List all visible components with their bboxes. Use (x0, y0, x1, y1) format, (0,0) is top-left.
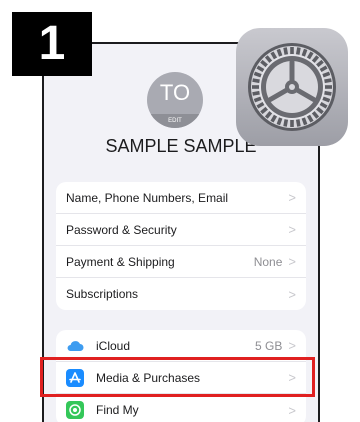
row-payment-shipping[interactable]: Payment & Shipping None > (56, 246, 306, 278)
media-purchases-highlight (40, 357, 315, 397)
icloud-icon (66, 337, 84, 355)
chevron-right-icon: > (288, 190, 296, 205)
row-label: Subscriptions (66, 287, 139, 301)
row-label: iCloud (96, 338, 131, 353)
find-my-icon (66, 401, 84, 419)
row-value: 5 GB (255, 338, 283, 353)
row-find-my[interactable]: Find My > (56, 394, 306, 422)
row-subscriptions[interactable]: Subscriptions > (56, 278, 306, 310)
row-label: Password & Security (66, 222, 177, 237)
avatar-initials: TO (159, 80, 191, 105)
chevron-right-icon: > (288, 402, 296, 418)
account-settings-group: Name, Phone Numbers, Email > Password & … (56, 182, 306, 310)
settings-gear-icon (236, 28, 348, 146)
chevron-right-icon: > (288, 338, 296, 353)
row-password-security[interactable]: Password & Security > (56, 214, 306, 246)
row-value: None (253, 254, 283, 269)
avatar[interactable]: TO EDIT (147, 72, 203, 128)
step-number-badge: 1 (12, 12, 92, 76)
avatar-edit-label[interactable]: EDIT (147, 114, 203, 128)
chevron-right-icon: > (288, 286, 296, 302)
row-label: Payment & Shipping (66, 254, 175, 269)
chevron-right-icon: > (288, 222, 296, 237)
row-label: Find My (96, 403, 139, 417)
row-name-phone-email[interactable]: Name, Phone Numbers, Email > (56, 182, 306, 214)
chevron-right-icon: > (288, 254, 296, 269)
row-label: Name, Phone Numbers, Email (66, 190, 229, 205)
